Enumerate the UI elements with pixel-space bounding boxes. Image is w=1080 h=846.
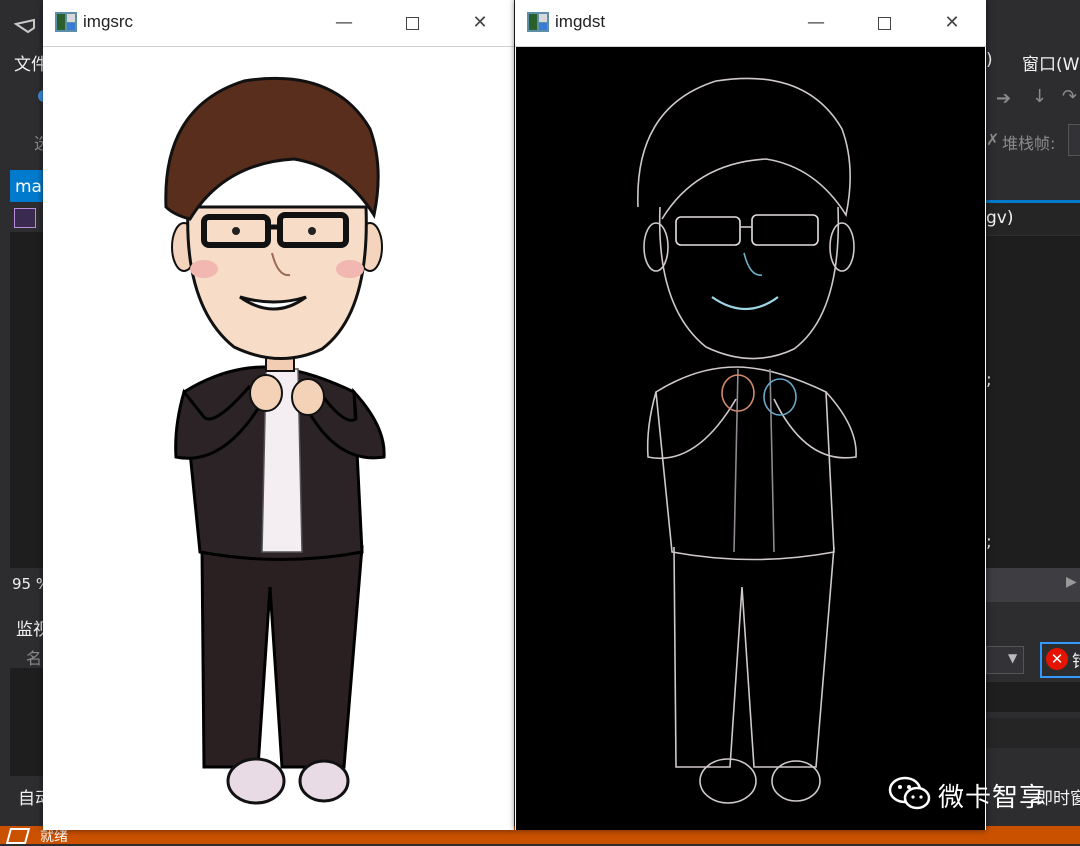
step-out-icon[interactable]: ↷	[1062, 86, 1077, 107]
minimize-icon: —	[807, 12, 825, 33]
maximize-icon	[877, 16, 891, 30]
imgsrc-image-area	[44, 47, 513, 830]
code-semicolon-2: ;	[986, 532, 992, 552]
minimize-button[interactable]: —	[796, 8, 836, 38]
watch-name-header: 名	[26, 649, 43, 668]
watermark-text: 微卡智享	[938, 782, 1047, 813]
imgdst-window[interactable]: imgdst — ✕	[515, 0, 986, 830]
menu-paren: )	[986, 50, 993, 70]
maximize-icon	[405, 16, 419, 30]
code-semicolon-1: ;	[986, 370, 992, 390]
close-icon: ✕	[944, 12, 960, 33]
close-button[interactable]: ✕	[460, 8, 500, 38]
app-icon	[55, 12, 77, 32]
error-list-header	[986, 682, 1080, 712]
wechat-icon	[888, 776, 932, 814]
stack-frame-dropdown[interactable]	[1068, 124, 1080, 156]
app-icon	[527, 12, 549, 32]
imgsrc-titlebar[interactable]: imgsrc — ✕	[43, 0, 514, 47]
errors-label: 错	[1072, 647, 1080, 672]
window-title: imgsrc	[83, 12, 134, 31]
code-editor-area	[986, 236, 1080, 568]
imgsrc-window[interactable]: imgsrc — ✕	[43, 0, 514, 830]
error-list-body	[986, 718, 1080, 748]
add-icon[interactable]	[14, 208, 36, 228]
errors-button[interactable]: ✕ 错	[1040, 642, 1080, 678]
editor-tab-label: ma	[15, 177, 42, 197]
error-filter-dropdown[interactable]	[986, 646, 1024, 674]
error-icon: ✕	[1046, 648, 1068, 670]
chevron-down-icon[interactable]: ▼	[1008, 651, 1017, 665]
maximize-button[interactable]	[392, 8, 432, 38]
watermark: 微卡智享	[888, 776, 1046, 814]
imgdst-image-area	[516, 47, 985, 830]
minimize-button[interactable]: —	[324, 8, 364, 38]
step-into-icon[interactable]: ↓	[1032, 86, 1047, 107]
minimize-icon: —	[335, 12, 353, 33]
cartoon-man-image	[164, 76, 386, 805]
code-snippet: gv)	[986, 208, 1014, 228]
status-icon	[5, 828, 31, 844]
scroll-right-icon[interactable]: ▶	[1066, 574, 1077, 590]
maximize-button[interactable]	[864, 8, 904, 38]
edge-detected-image	[637, 77, 857, 804]
window-title: imgdst	[555, 12, 606, 31]
watch-panel-body	[10, 668, 44, 776]
step-over-icon[interactable]: ➔	[996, 88, 1011, 109]
close-button[interactable]: ✕	[932, 8, 972, 38]
imgdst-titlebar[interactable]: imgdst — ✕	[515, 0, 986, 47]
stack-frame-label: 堆栈帧:	[1002, 134, 1056, 153]
editor-left-strip	[10, 232, 44, 568]
close-icon: ✕	[472, 12, 488, 33]
menu-window[interactable]: 窗口(W	[1022, 50, 1079, 75]
vs-logo-icon	[13, 18, 36, 38]
thread-icon: ✗	[986, 130, 1000, 149]
